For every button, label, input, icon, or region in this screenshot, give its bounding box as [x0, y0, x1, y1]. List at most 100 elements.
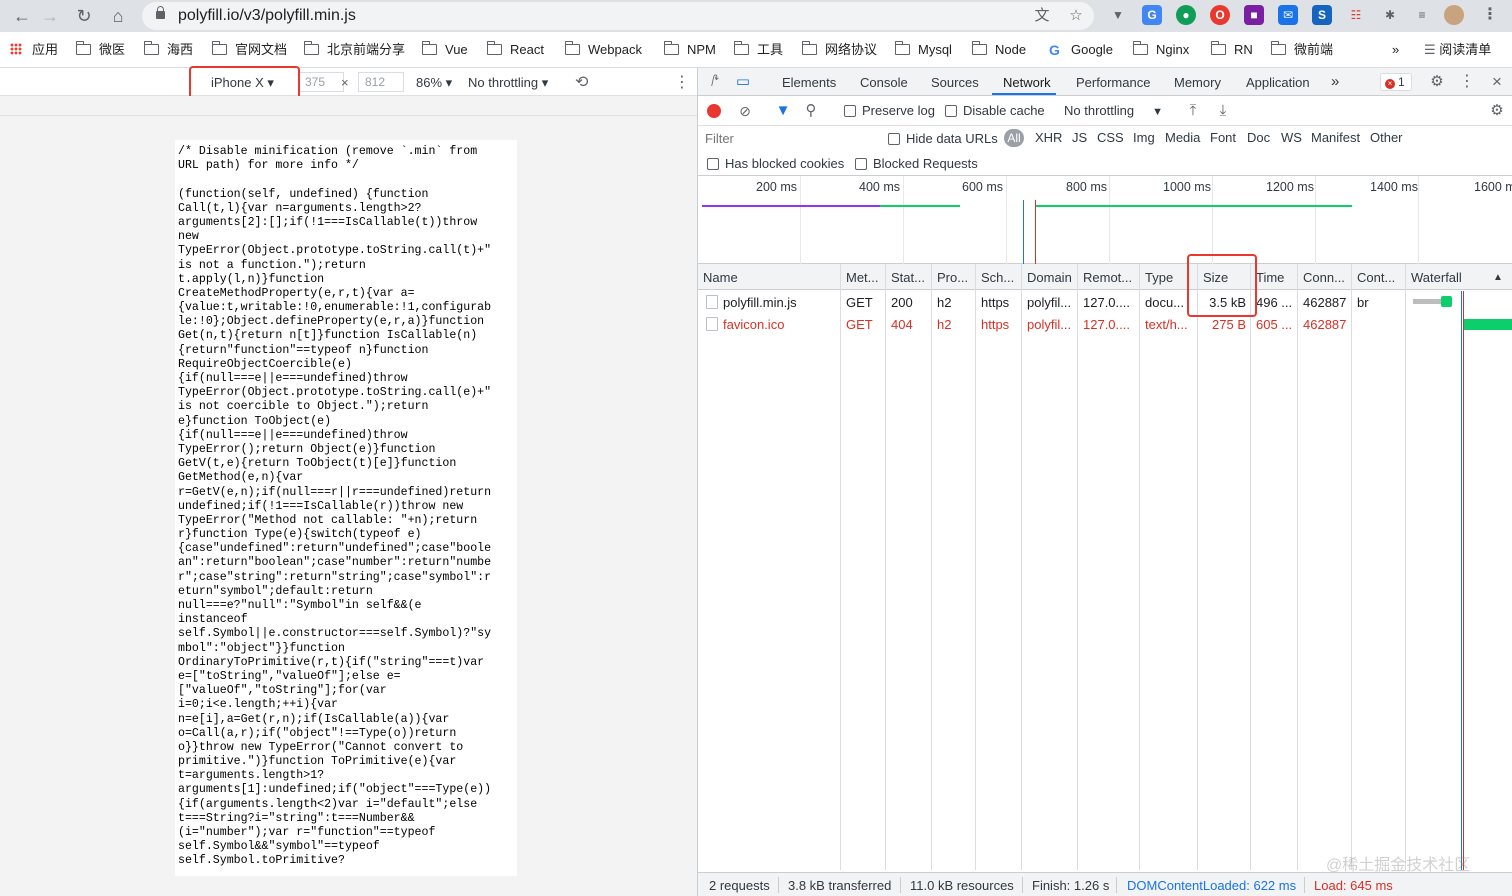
zoom-select[interactable]: 86% ▾: [416, 75, 452, 91]
tab-console[interactable]: Console: [860, 75, 908, 90]
bookmark-item[interactable]: Vue: [421, 41, 468, 58]
column-separator[interactable]: [975, 264, 976, 870]
address-bar[interactable]: polyfill.io/v3/polyfill.min.js 文 ☆: [142, 2, 1094, 30]
lock-icon[interactable]: [156, 6, 165, 21]
column-separator[interactable]: [1405, 264, 1406, 870]
filter-type-ws[interactable]: WS: [1281, 130, 1302, 145]
column-separator[interactable]: [885, 264, 886, 870]
bookmark-item[interactable]: NPM: [663, 41, 716, 58]
table-row[interactable]: polyfill.min.js GET 200 h2 https polyfil…: [698, 291, 1512, 313]
device-screen[interactable]: /* Disable minification (remove `.min` f…: [175, 140, 517, 876]
network-overview-timeline[interactable]: 200 ms 400 ms 600 ms 800 ms 1000 ms 1200…: [698, 176, 1512, 264]
home-icon[interactable]: ⌂: [106, 4, 130, 28]
tab-sources[interactable]: Sources: [931, 75, 979, 90]
bookmark-item[interactable]: 官网文档: [211, 41, 287, 58]
filter-type-other[interactable]: Other: [1370, 130, 1403, 145]
adblock-icon[interactable]: O: [1210, 5, 1230, 25]
filter-type-all[interactable]: All: [1004, 129, 1024, 147]
menu-kebab-icon[interactable]: ⋮: [1480, 5, 1500, 25]
translate-icon[interactable]: 文: [1032, 6, 1052, 26]
column-method[interactable]: Met...: [846, 270, 879, 285]
tab-memory[interactable]: Memory: [1174, 75, 1221, 90]
bookmark-star-icon[interactable]: ☆: [1066, 6, 1086, 26]
more-tabs-chevron-icon[interactable]: »: [1331, 73, 1339, 90]
network-extension-icon[interactable]: ☷: [1346, 5, 1366, 25]
column-type[interactable]: Type: [1145, 270, 1173, 285]
column-separator[interactable]: [840, 264, 841, 870]
bookmark-item[interactable]: 海西: [143, 41, 193, 58]
filter-type-img[interactable]: Img: [1133, 130, 1155, 145]
url-text[interactable]: polyfill.io/v3/polyfill.min.js: [178, 7, 356, 25]
reading-list-button[interactable]: ☰ 阅读清单: [1424, 42, 1491, 58]
bookmarks-more-chevron-icon[interactable]: »: [1392, 42, 1399, 58]
import-har-icon[interactable]: ⤒: [1184, 102, 1202, 120]
tab-elements[interactable]: Elements: [782, 75, 836, 90]
clear-icon[interactable]: ⊘: [736, 102, 754, 120]
reading-mode-icon[interactable]: ≡: [1412, 5, 1432, 25]
bookmark-item[interactable]: G Google: [1049, 42, 1113, 58]
bookmark-item[interactable]: 应用: [10, 42, 58, 58]
column-separator[interactable]: [1077, 264, 1078, 870]
disable-cache-checkbox[interactable]: [945, 105, 957, 117]
device-toggle-icon[interactable]: ▭: [734, 73, 752, 91]
record-button-icon[interactable]: [707, 104, 721, 118]
column-time[interactable]: Time: [1256, 270, 1284, 285]
rotate-icon[interactable]: ⟲: [575, 72, 588, 92]
extension-purple-icon[interactable]: ■: [1244, 5, 1264, 25]
column-separator[interactable]: [931, 264, 932, 870]
device-options-icon[interactable]: ⋮: [674, 72, 690, 92]
inspect-element-icon[interactable]: ⭚: [706, 73, 724, 91]
mail-extension-icon[interactable]: ✉: [1278, 5, 1298, 25]
tab-application[interactable]: Application: [1246, 75, 1310, 90]
bookmark-item[interactable]: Mysql: [894, 41, 952, 58]
bookmark-item[interactable]: 工具: [733, 41, 783, 58]
close-devtools-icon[interactable]: ×: [1488, 73, 1506, 91]
blocked-requests-checkbox[interactable]: [855, 158, 867, 170]
column-separator[interactable]: [1139, 264, 1140, 870]
bookmark-item[interactable]: 北京前端分享: [303, 41, 405, 58]
column-separator[interactable]: [1021, 264, 1022, 870]
column-separator[interactable]: [1250, 264, 1251, 870]
column-separator[interactable]: [1351, 264, 1352, 870]
table-row[interactable]: favicon.ico GET 404 h2 https polyfil... …: [698, 313, 1512, 335]
column-separator[interactable]: [1197, 264, 1198, 870]
bookmark-item[interactable]: Node: [971, 41, 1026, 58]
vue-devtools-icon[interactable]: ▼: [1108, 5, 1128, 25]
device-select[interactable]: iPhone X ▾: [211, 75, 274, 91]
bookmark-item[interactable]: 网络协议: [801, 41, 877, 58]
sort-up-icon[interactable]: ▲: [1493, 272, 1503, 283]
translate-extension-icon[interactable]: G: [1142, 5, 1162, 25]
chrome-extension-icon[interactable]: ●: [1176, 5, 1196, 25]
network-settings-gear-icon[interactable]: ⚙: [1488, 102, 1506, 120]
column-connection[interactable]: Conn...: [1303, 270, 1345, 285]
bookmark-item[interactable]: RN: [1210, 41, 1253, 58]
bookmark-item[interactable]: Nginx: [1132, 41, 1189, 58]
column-size[interactable]: Size: [1203, 270, 1228, 285]
column-remote[interactable]: Remot...: [1083, 270, 1132, 285]
bookmark-item[interactable]: 微医: [75, 41, 125, 58]
has-blocked-cookies-checkbox[interactable]: [707, 158, 719, 170]
filter-type-css[interactable]: CSS: [1097, 130, 1124, 145]
screen-capture-icon[interactable]: S: [1312, 5, 1332, 25]
export-har-icon[interactable]: ⤓: [1214, 102, 1232, 120]
width-input[interactable]: 375: [298, 72, 344, 92]
filter-type-xhr[interactable]: XHR: [1035, 130, 1062, 145]
device-throttling-select[interactable]: No throttling ▾: [468, 75, 548, 91]
bookmark-item[interactable]: React: [486, 41, 544, 58]
column-name[interactable]: Name: [703, 270, 738, 285]
filter-funnel-icon[interactable]: ▼: [774, 102, 792, 120]
filter-type-js[interactable]: JS: [1072, 130, 1087, 145]
filter-type-manifest[interactable]: Manifest: [1311, 130, 1360, 145]
column-waterfall[interactable]: Waterfall: [1411, 270, 1462, 285]
back-arrow-icon[interactable]: ←: [10, 4, 34, 28]
network-throttling-select[interactable]: No throttling ▼: [1064, 103, 1163, 118]
filter-type-font[interactable]: Font: [1210, 130, 1236, 145]
tab-network[interactable]: Network: [1003, 75, 1051, 90]
source-code[interactable]: /* Disable minification (remove `.min` f…: [175, 140, 517, 869]
filter-input[interactable]: [701, 128, 875, 150]
profile-avatar[interactable]: [1444, 5, 1464, 25]
error-count-badge[interactable]: × 1: [1380, 73, 1412, 91]
settings-gear-icon[interactable]: ⚙: [1428, 73, 1446, 91]
column-content-encoding[interactable]: Cont...: [1357, 270, 1395, 285]
devtools-menu-icon[interactable]: ⋮: [1458, 73, 1476, 91]
